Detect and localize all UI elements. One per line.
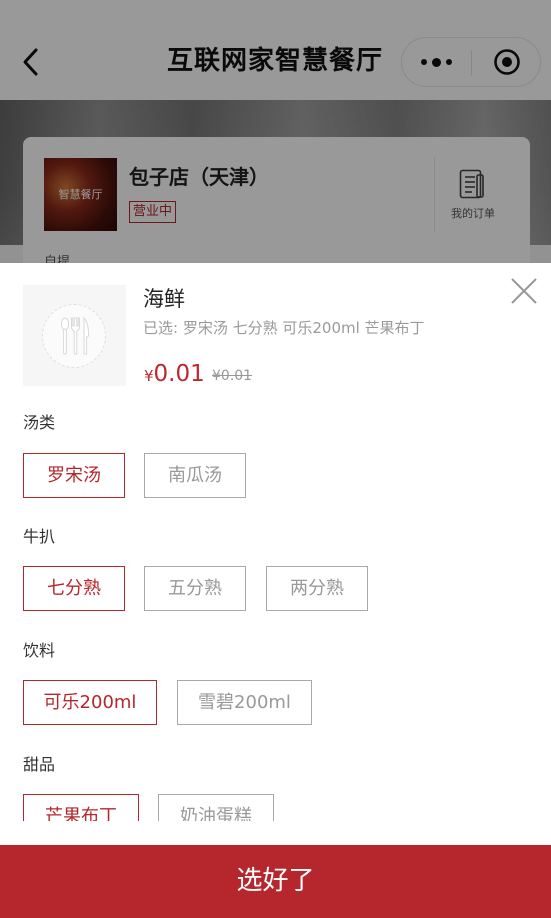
option-chip[interactable]: 雪碧200ml (177, 680, 312, 725)
group-title-soup: 汤类 (23, 413, 56, 432)
back-button[interactable] (14, 44, 48, 80)
cutlery-icon (60, 316, 90, 355)
selected-options-text: 已选: 罗宋汤 七分熟 可乐200ml 芒果布丁 (143, 319, 425, 337)
capsule-menu (401, 37, 541, 87)
more-button[interactable] (402, 38, 471, 86)
options-scroll[interactable]: 汤类 罗宋汤 南瓜汤 牛扒 七分熟 五分熟 两分熟 饮料 可乐200ml 雪碧2… (0, 401, 551, 821)
nav-bar: 互联网家智慧餐厅 (0, 0, 551, 100)
option-chip[interactable]: 七分熟 (23, 566, 125, 611)
dish-price: ¥0.01 (144, 361, 205, 387)
chevron-left-icon (23, 48, 38, 76)
option-chip[interactable]: 奶油蛋糕 (158, 794, 274, 821)
option-chip[interactable]: 南瓜汤 (144, 453, 246, 498)
page-title: 互联网家智慧餐厅 (166, 46, 383, 76)
option-chip[interactable]: 芒果布丁 (23, 794, 139, 821)
option-chip[interactable]: 两分熟 (266, 566, 368, 611)
group-title-drinks: 饮料 (23, 641, 56, 660)
store-name: 包子店（天津） (129, 165, 269, 189)
document-icon[interactable] (459, 169, 485, 199)
store-image: 智慧餐厅 (44, 158, 117, 231)
my-orders-link[interactable]: 我的订单 (443, 205, 503, 221)
original-price: ¥0.01 (212, 368, 253, 384)
dish-name: 海鲜 (143, 287, 185, 311)
status-badge: 营业中 (129, 201, 177, 223)
option-chip[interactable]: 可乐200ml (23, 680, 157, 725)
close-icon[interactable] (508, 275, 540, 307)
more-dots-icon (421, 59, 427, 65)
target-icon (493, 49, 520, 75)
store-card: 智慧餐厅 包子店（天津） 营业中 我的订单 自提 (23, 137, 530, 272)
spec-sheet: 海鲜 已选: 罗宋汤 七分熟 可乐200ml 芒果布丁 ¥0.01 ¥0.01 … (0, 263, 551, 918)
divider (434, 157, 435, 233)
confirm-button[interactable]: 选好了 (0, 845, 551, 918)
option-chip[interactable]: 罗宋汤 (23, 453, 125, 498)
group-title-steak: 牛扒 (23, 527, 56, 546)
close-miniprogram-button[interactable] (472, 38, 541, 86)
group-title-dessert: 甜品 (23, 755, 56, 774)
dish-image (23, 285, 126, 386)
option-chip[interactable]: 五分熟 (144, 566, 246, 611)
